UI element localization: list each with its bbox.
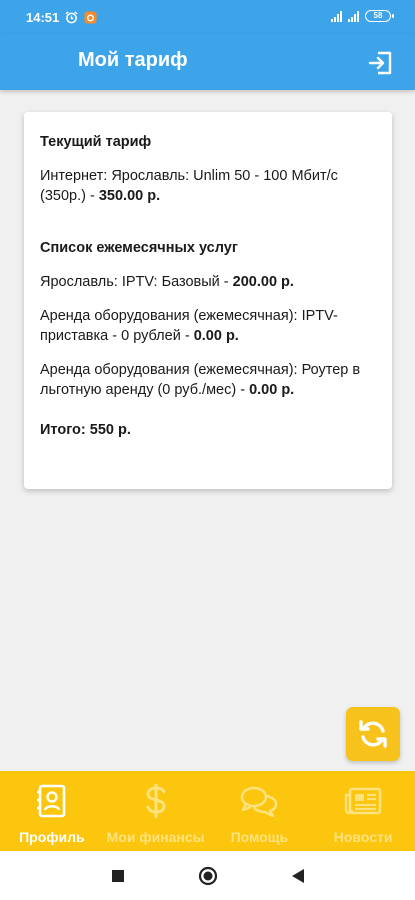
refresh-icon [356,717,390,751]
current-tariff-heading: Текущий тариф [40,134,152,150]
battery-icon: 58 [365,10,394,22]
signal-icon-1 [331,10,342,22]
chat-icon [240,783,278,819]
current-tariff-amount: 350.00 р. [98,188,161,204]
refresh-button[interactable] [346,707,400,761]
alarm-icon [65,11,78,24]
nav-item-profile[interactable]: Профиль [0,771,104,851]
square-icon [111,869,125,883]
nav-item-help[interactable]: Помощь [208,771,312,851]
battery-level: 58 [373,11,383,20]
nav-item-news[interactable]: Новости [311,771,415,851]
app-bar: Мой тариф [0,34,415,90]
nav-label-finances: Мои финансы [106,829,205,845]
current-tariff-line: Интернет: Ярославль: Unlim 50 - 100 Мбит… [40,166,376,206]
logout-button[interactable] [367,49,395,77]
services-heading: Список ежемесячных услуг [40,240,238,256]
service-text: Аренда оборудования (ежемесячная): Роуте… [40,362,361,398]
recent-apps-button[interactable] [107,865,129,887]
service-text: Аренда оборудования (ежемесячная): IPTV-… [40,308,338,344]
service-item: Аренда оборудования (ежемесячная): Роуте… [40,360,376,400]
current-tariff-text: Интернет: Ярославль: Unlim 50 - 100 Мбит… [40,168,338,204]
dollar-icon [144,783,168,819]
service-item: Ярославль: IPTV: Базовый - 200.00 р. [40,272,376,292]
total-label: Итого: 550 р. [40,422,131,438]
nav-item-finances[interactable]: Мои финансы [104,771,208,851]
service-text: Ярославль: IPTV: Базовый - [40,274,233,290]
nav-label-profile: Профиль [19,829,85,845]
home-button[interactable] [197,865,219,887]
service-amount: 200.00 р. [232,274,294,290]
news-icon [344,783,382,819]
bottom-nav: Профиль Мои финансы Помощь Новости [0,771,415,851]
circle-icon [198,866,218,886]
nav-label-help: Помощь [230,829,289,845]
status-time: 14:51 [26,10,60,25]
tariff-card: Текущий тариф Интернет: Ярославль: Unlim… [24,112,392,489]
nav-label-news: Новости [333,829,393,845]
service-amount: 0.00 р. [249,382,295,398]
system-nav-bar [0,851,415,900]
back-triangle-icon [291,868,305,884]
notification-app-icon [84,11,97,24]
profile-icon [36,783,67,819]
status-bar: 14:51 58 [0,0,415,34]
logout-icon [368,50,394,76]
signal-icon-2 [348,10,359,22]
service-amount: 0.00 р. [193,328,239,344]
service-item: Аренда оборудования (ежемесячная): IPTV-… [40,306,376,346]
page-title: Мой тариф [78,49,188,71]
back-button[interactable] [287,865,309,887]
